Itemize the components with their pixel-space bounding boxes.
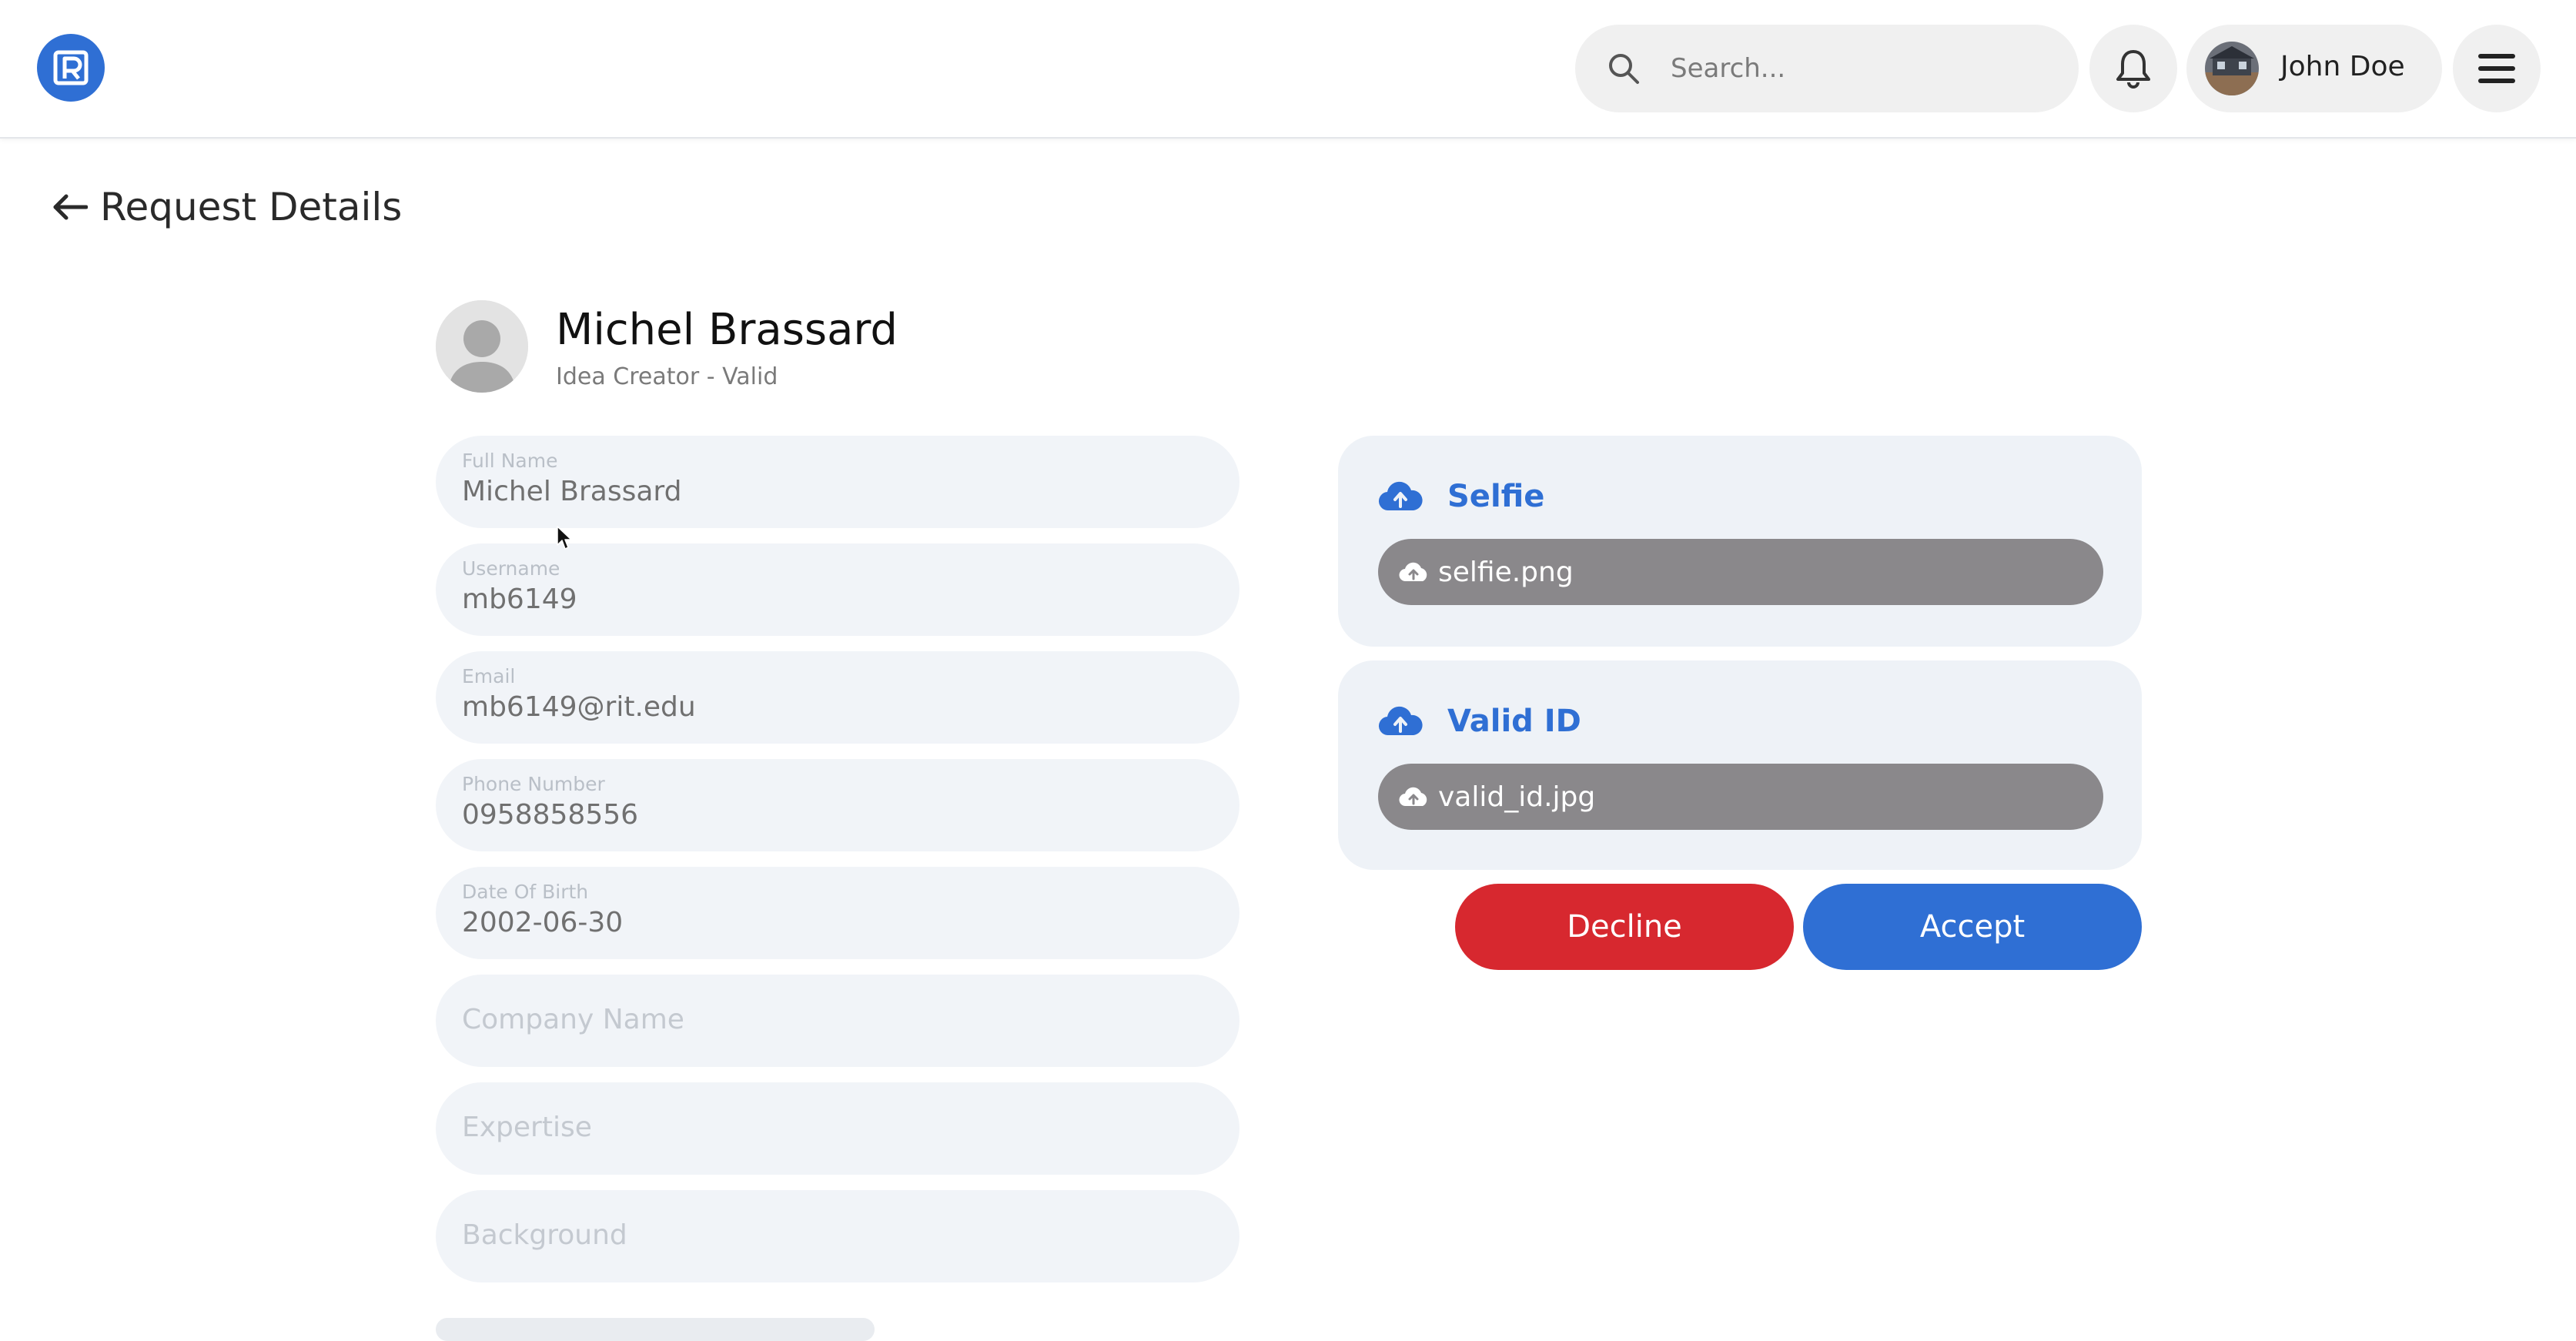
field-label: Full Name (462, 450, 558, 472)
back-to-requests[interactable]: Request Details (52, 185, 402, 229)
valid-id-card-header: Valid ID (1378, 704, 1581, 739)
decline-button[interactable]: Decline (1455, 884, 1794, 970)
field-label: Date Of Birth (462, 881, 589, 903)
field-label: Email (462, 665, 516, 687)
valid-id-file-name: valid_id.jpg (1438, 781, 1596, 813)
full-name-field[interactable]: Full Name Michel Brassard (436, 436, 1239, 528)
applicant-avatar (436, 300, 528, 393)
cloud-upload-icon (1399, 787, 1427, 807)
search-bar[interactable] (1575, 25, 2079, 112)
selfie-card-header: Selfie (1378, 479, 1544, 514)
cloud-upload-icon (1378, 481, 1423, 511)
bell-icon (2116, 50, 2150, 89)
field-label: Username (462, 557, 560, 580)
background-field[interactable]: Background (436, 1190, 1239, 1282)
selfie-title: Selfie (1447, 479, 1545, 514)
applicant-role-status: Idea Creator - Valid (556, 363, 778, 390)
main-menu-button[interactable] (2453, 25, 2541, 112)
field-label: Phone Number (462, 773, 605, 795)
valid-id-file-chip[interactable]: valid_id.jpg (1378, 764, 2103, 830)
field-value: mb6149 (462, 584, 577, 615)
cloud-upload-icon (1378, 706, 1423, 736)
user-avatar (2205, 42, 2259, 95)
field-placeholder: Expertise (462, 1112, 592, 1143)
username-field[interactable]: Username mb6149 (436, 543, 1239, 636)
offscreen-button-edge[interactable] (436, 1318, 875, 1341)
app-logo[interactable] (37, 34, 105, 102)
field-value: Michel Brassard (462, 476, 682, 507)
cloud-upload-icon (1399, 562, 1427, 582)
field-value: mb6149@rit.edu (462, 691, 696, 723)
expertise-field[interactable]: Expertise (436, 1082, 1239, 1175)
mouse-cursor-icon (557, 526, 572, 550)
date-of-birth-field[interactable]: Date Of Birth 2002-06-30 (436, 867, 1239, 959)
field-value: 0958858556 (462, 799, 639, 831)
user-name: John Doe (2280, 51, 2405, 82)
email-field[interactable]: Email mb6149@rit.edu (436, 651, 1239, 744)
top-navigation-bar: John Doe (0, 0, 2576, 139)
selfie-upload-card: Selfie selfie.png (1338, 436, 2142, 647)
default-avatar-icon (436, 300, 528, 393)
selfie-file-name: selfie.png (1438, 556, 1574, 588)
company-name-field[interactable]: Company Name (436, 975, 1239, 1067)
user-profile-button[interactable]: John Doe (2186, 25, 2442, 112)
accept-button[interactable]: Accept (1803, 884, 2142, 970)
valid-id-upload-card: Valid ID valid_id.jpg (1338, 660, 2142, 870)
logo-icon (53, 50, 89, 85)
phone-number-field[interactable]: Phone Number 0958858556 (436, 759, 1239, 851)
field-value: 2002-06-30 (462, 907, 624, 938)
applicant-name: Michel Brassard (556, 305, 898, 355)
search-icon (1609, 54, 1639, 84)
field-placeholder: Company Name (462, 1004, 684, 1035)
hamburger-menu-icon (2478, 54, 2515, 83)
valid-id-title: Valid ID (1447, 704, 1581, 739)
search-input[interactable] (1671, 40, 2056, 97)
back-arrow-icon[interactable] (52, 192, 88, 222)
field-placeholder: Background (462, 1219, 627, 1251)
notifications-button[interactable] (2089, 25, 2177, 112)
selfie-file-chip[interactable]: selfie.png (1378, 539, 2103, 605)
page-title: Request Details (100, 185, 403, 229)
